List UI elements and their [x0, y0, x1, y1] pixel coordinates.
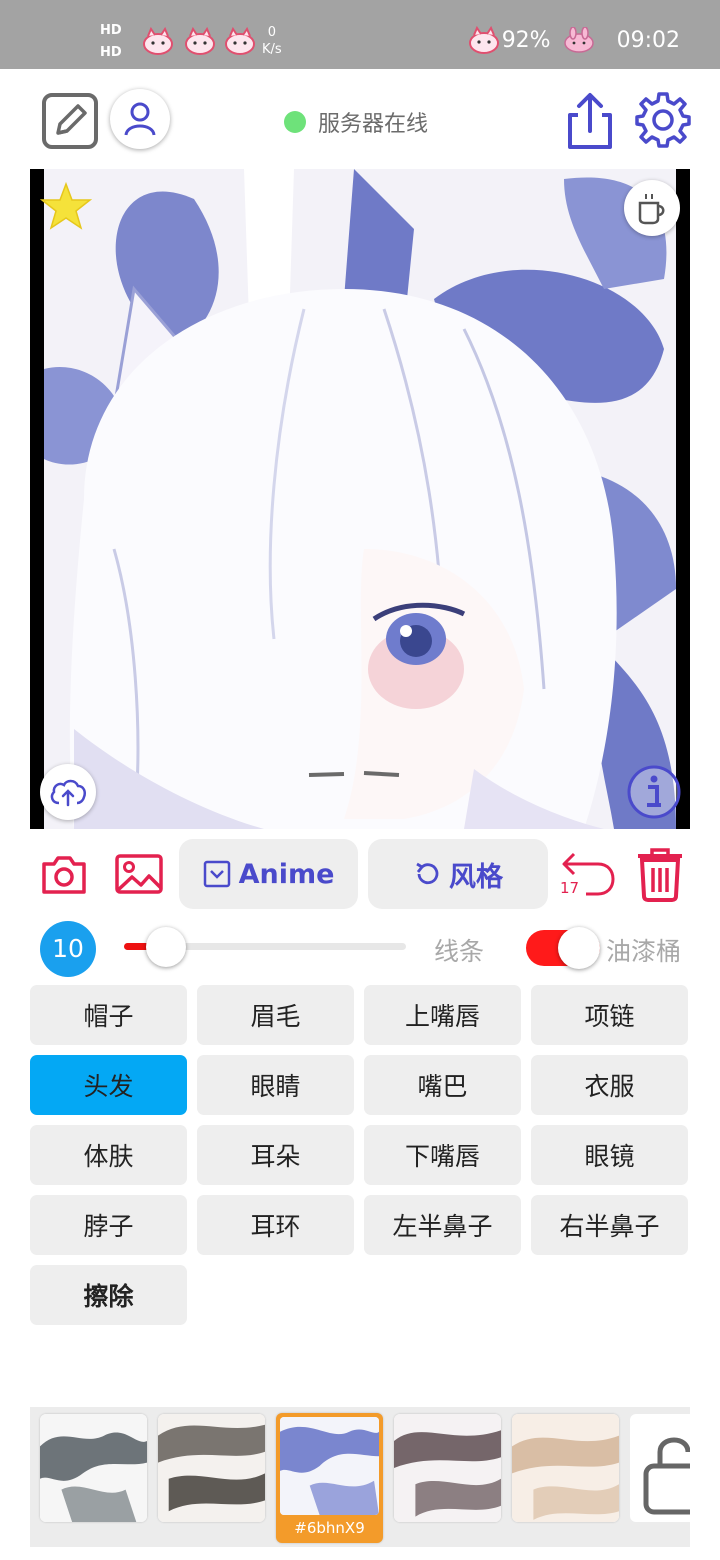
- style-preview-frame: [280, 1417, 379, 1515]
- battery-level: 92%: [501, 27, 551, 53]
- gallery-icon[interactable]: [114, 852, 164, 896]
- hd-label-2: HD: [100, 45, 122, 60]
- style-code: #6bhnX9: [294, 1519, 365, 1537]
- locked-style-thumbnail[interactable]: [630, 1414, 690, 1522]
- part-button[interactable]: 眼睛: [197, 1055, 354, 1115]
- style-thumbnail-selected[interactable]: #6bhnX9: [276, 1413, 383, 1543]
- style-preview-image: [280, 1417, 379, 1515]
- network-speed: 0 K/s: [262, 24, 282, 58]
- cloud-upload-icon: [50, 779, 86, 807]
- server-online-dot: [284, 111, 306, 133]
- style-preview-image: [40, 1414, 147, 1522]
- bunny-icon: [563, 27, 594, 53]
- server-status-label: 服务器在线: [318, 112, 429, 137]
- favorite-star-icon[interactable]: [40, 182, 92, 230]
- trash-icon[interactable]: [634, 846, 686, 902]
- style-preview-image: [158, 1414, 265, 1522]
- top-toolbar: 服务器在线: [0, 69, 720, 169]
- net-speed-unit: K/s: [262, 42, 282, 57]
- user-button[interactable]: [110, 89, 170, 149]
- rotate-icon: [416, 862, 439, 885]
- hd-label-1: HD: [100, 23, 122, 38]
- paint-bucket-label: 油漆桶: [606, 937, 682, 966]
- part-button[interactable]: 耳朵: [197, 1125, 354, 1185]
- net-speed-value: 0: [267, 25, 276, 40]
- anime-artwork: [44, 169, 676, 829]
- server-status: 服务器在线: [284, 106, 428, 138]
- erase-button[interactable]: 擦除: [30, 1265, 187, 1325]
- part-button[interactable]: 体肤: [30, 1125, 187, 1185]
- style-preview-image: [394, 1414, 501, 1522]
- part-button[interactable]: 项链: [531, 985, 688, 1045]
- info-icon[interactable]: [626, 764, 682, 820]
- hd-indicator: HD HD: [100, 20, 122, 64]
- paint-bucket-toggle-thumb[interactable]: [558, 927, 600, 969]
- part-button[interactable]: 帽子: [30, 985, 187, 1045]
- style-thumbnail[interactable]: [512, 1414, 619, 1522]
- model-label: Anime: [238, 858, 335, 890]
- part-button[interactable]: 眼镜: [531, 1125, 688, 1185]
- status-bar: HD HD 0 K/s 92% 09:02: [0, 0, 720, 69]
- brush-size-slider-thumb[interactable]: [146, 927, 187, 967]
- user-icon: [124, 102, 156, 136]
- lock-icon: [643, 1437, 690, 1515]
- edit-icon[interactable]: [40, 91, 100, 151]
- style-strip[interactable]: #6bhnX9: [30, 1407, 690, 1547]
- part-button[interactable]: 下嘴唇: [364, 1125, 521, 1185]
- style-thumbnail[interactable]: [394, 1414, 501, 1522]
- part-button[interactable]: 眉毛: [197, 985, 354, 1045]
- battery-cat-icon: [468, 26, 499, 54]
- part-button[interactable]: 头发: [30, 1055, 187, 1115]
- undo-count: 17: [560, 879, 580, 897]
- clock: 09:02: [616, 27, 680, 53]
- style-label: 风格: [449, 861, 503, 893]
- style-thumbnail[interactable]: [158, 1414, 265, 1522]
- part-button[interactable]: 右半鼻子: [531, 1195, 688, 1255]
- part-button[interactable]: 脖子: [30, 1195, 187, 1255]
- model-select-button[interactable]: Anime: [179, 839, 358, 909]
- line-mode-label: 线条: [434, 937, 485, 966]
- cloud-upload-button[interactable]: [40, 764, 96, 820]
- cat-notification-icon: [185, 27, 215, 55]
- cat-notification-icon: [225, 27, 255, 55]
- part-button[interactable]: 衣服: [531, 1055, 688, 1115]
- style-thumbnail[interactable]: [40, 1414, 147, 1522]
- part-button[interactable]: 上嘴唇: [364, 985, 521, 1045]
- cat-notification-icon: [143, 27, 173, 55]
- brush-size-badge: 10: [40, 921, 96, 977]
- dropdown-box-icon: [203, 860, 230, 888]
- coffee-cup-icon: [638, 194, 665, 225]
- status-right: 92% 09:02: [468, 26, 680, 54]
- gear-icon[interactable]: [634, 91, 692, 149]
- part-button[interactable]: 左半鼻子: [364, 1195, 521, 1255]
- coffee-button[interactable]: [624, 180, 680, 236]
- drawing-canvas[interactable]: [30, 169, 690, 829]
- part-button[interactable]: 耳环: [197, 1195, 354, 1255]
- share-icon[interactable]: [562, 91, 618, 151]
- part-button[interactable]: 嘴巴: [364, 1055, 521, 1115]
- camera-icon[interactable]: [40, 852, 88, 896]
- style-button[interactable]: 风格: [368, 839, 548, 909]
- style-preview-image: [512, 1414, 619, 1522]
